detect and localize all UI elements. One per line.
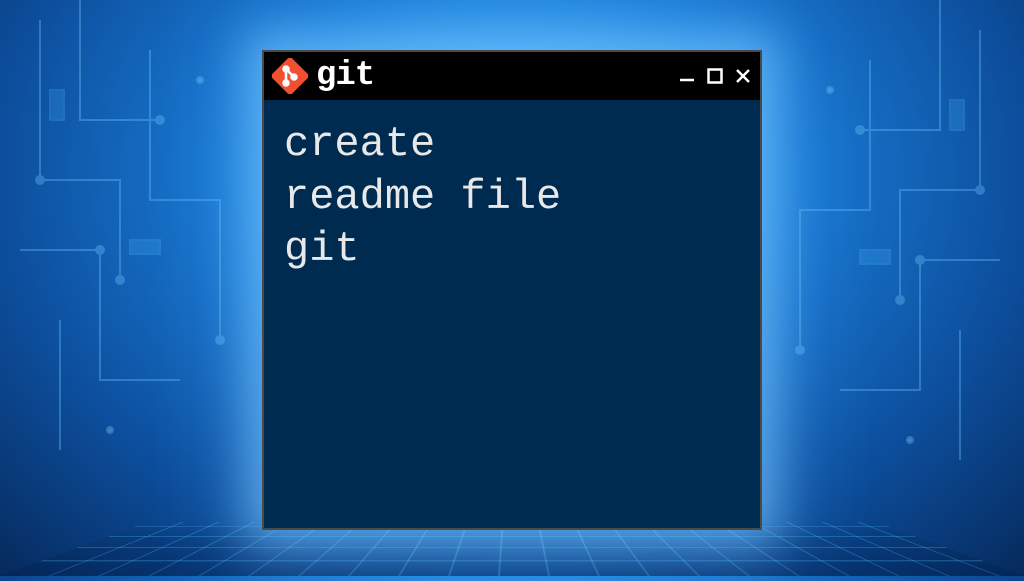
minimize-icon[interactable] [678, 67, 696, 85]
window-controls [678, 67, 752, 85]
titlebar[interactable]: git [264, 52, 760, 100]
maximize-icon[interactable] [706, 67, 724, 85]
terminal-window: git create readme file git [262, 50, 762, 530]
git-logo-icon [272, 58, 308, 94]
close-icon[interactable] [734, 67, 752, 85]
terminal-content[interactable]: create readme file git [264, 100, 760, 528]
window-title: git [316, 57, 670, 95]
grid-floor [0, 522, 1024, 576]
